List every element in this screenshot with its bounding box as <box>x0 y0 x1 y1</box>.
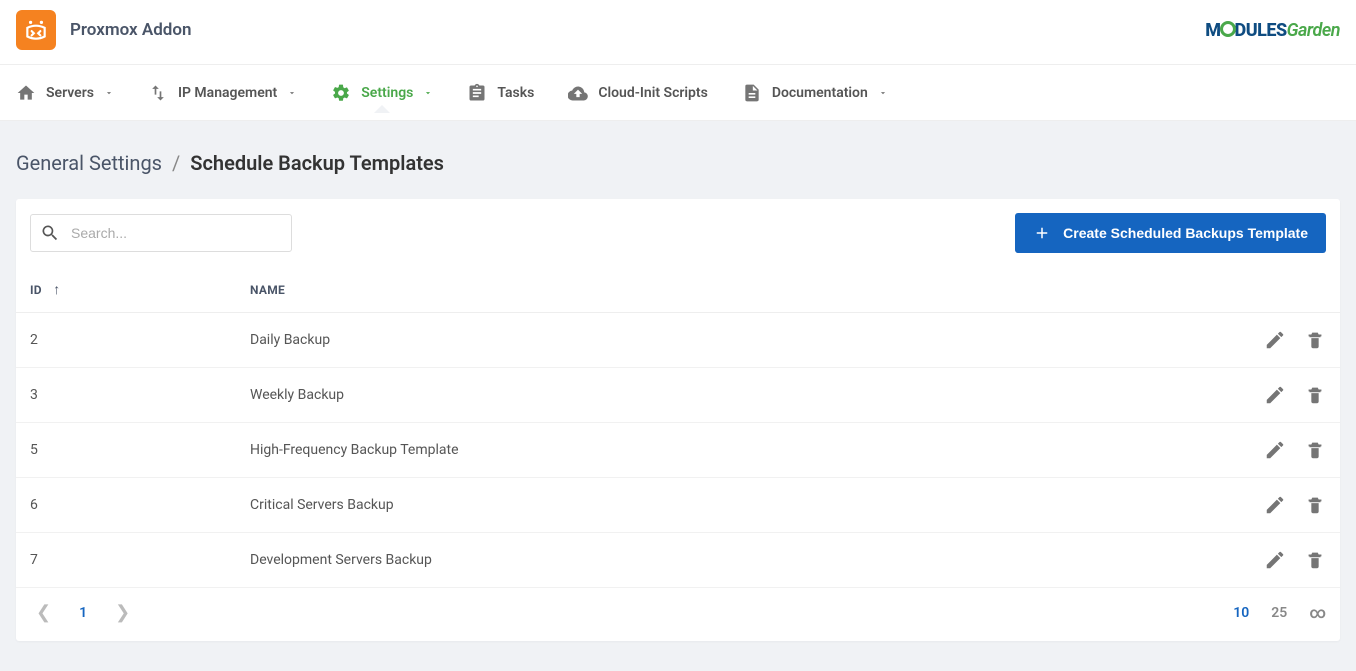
gear-icon <box>331 83 351 103</box>
col-name[interactable]: NAME <box>236 267 994 313</box>
chevron-down-icon <box>287 88 297 98</box>
nav-documentation[interactable]: Documentation <box>742 83 888 103</box>
col-id[interactable]: ID ↑ <box>16 267 236 313</box>
page-size-selector: 10 25 ∞ <box>1233 603 1326 622</box>
brand-left: Proxmox Addon <box>16 10 191 50</box>
edit-icon[interactable] <box>1264 494 1286 516</box>
page-size-option[interactable]: 10 <box>1233 605 1249 621</box>
search-wrapper <box>30 214 292 252</box>
cell-name: High-Frequency Backup Template <box>236 423 994 478</box>
panel-toolbar: Create Scheduled Backups Template <box>16 199 1340 267</box>
delete-icon[interactable] <box>1304 384 1326 406</box>
table-row: 3Weekly Backup <box>16 368 1340 423</box>
main-nav: Servers IP Management Settings Tasks Clo… <box>0 65 1356 121</box>
delete-icon[interactable] <box>1304 494 1326 516</box>
delete-icon[interactable] <box>1304 439 1326 461</box>
cell-id: 3 <box>16 368 236 423</box>
sort-asc-icon: ↑ <box>53 282 60 298</box>
nav-settings[interactable]: Settings <box>331 83 433 103</box>
cell-actions <box>994 313 1340 368</box>
delete-icon[interactable] <box>1304 329 1326 351</box>
chevron-down-icon <box>104 88 114 98</box>
breadcrumb-separator: / <box>172 151 180 175</box>
cell-id: 5 <box>16 423 236 478</box>
breadcrumb: General Settings / Schedule Backup Templ… <box>16 151 1340 175</box>
plus-icon <box>1033 224 1051 242</box>
edit-icon[interactable] <box>1264 384 1286 406</box>
edit-icon[interactable] <box>1264 439 1286 461</box>
cell-actions <box>994 423 1340 478</box>
panel-footer: ❮ 1 ❯ 10 25 ∞ <box>16 588 1340 641</box>
nav-label: Servers <box>46 85 94 101</box>
nav-tasks[interactable]: Tasks <box>467 83 534 103</box>
breadcrumb-current: Schedule Backup Templates <box>190 151 444 175</box>
nav-label: IP Management <box>178 85 277 101</box>
table-row: 7Development Servers Backup <box>16 533 1340 588</box>
nav-label: Documentation <box>772 85 868 101</box>
breadcrumb-parent[interactable]: General Settings <box>16 151 162 175</box>
col-actions <box>994 267 1340 313</box>
table-row: 5High-Frequency Backup Template <box>16 423 1340 478</box>
nav-label: Cloud-Init Scripts <box>598 85 708 101</box>
next-page-button[interactable]: ❯ <box>109 598 136 627</box>
cell-name: Critical Servers Backup <box>236 478 994 533</box>
create-template-button[interactable]: Create Scheduled Backups Template <box>1015 213 1326 253</box>
app-title: Proxmox Addon <box>70 20 191 40</box>
nav-ip-management[interactable]: IP Management <box>148 83 297 103</box>
cell-id: 7 <box>16 533 236 588</box>
swap-vertical-icon <box>148 83 168 103</box>
table-row: 6Critical Servers Backup <box>16 478 1340 533</box>
nav-servers[interactable]: Servers <box>16 83 114 103</box>
logo-o-icon <box>1220 21 1236 37</box>
cell-actions <box>994 533 1340 588</box>
cloud-upload-icon <box>568 83 588 103</box>
chevron-down-icon <box>878 88 888 98</box>
create-button-label: Create Scheduled Backups Template <box>1063 225 1308 241</box>
search-icon <box>40 223 60 243</box>
cell-actions <box>994 368 1340 423</box>
top-bar: Proxmox Addon MDULESGarden <box>0 0 1356 65</box>
content-area: General Settings / Schedule Backup Templ… <box>0 121 1356 671</box>
main-panel: Create Scheduled Backups Template ID ↑ N… <box>16 199 1340 641</box>
edit-icon[interactable] <box>1264 549 1286 571</box>
clipboard-icon <box>467 83 487 103</box>
edit-icon[interactable] <box>1264 329 1286 351</box>
modulesgarden-logo: MDULESGarden <box>1205 20 1340 41</box>
cell-actions <box>994 478 1340 533</box>
cell-name: Weekly Backup <box>236 368 994 423</box>
page-size-option[interactable]: ∞ <box>1309 603 1326 622</box>
search-input[interactable] <box>30 214 292 252</box>
templates-table: ID ↑ NAME 2Daily Backup3Weekly Backup5Hi… <box>16 267 1340 588</box>
app-logo-icon <box>16 10 56 50</box>
home-icon <box>16 83 36 103</box>
chevron-down-icon <box>423 88 433 98</box>
cell-name: Development Servers Backup <box>236 533 994 588</box>
delete-icon[interactable] <box>1304 549 1326 571</box>
nav-label: Tasks <box>497 85 534 101</box>
page-size-option[interactable]: 25 <box>1271 605 1287 621</box>
pager: ❮ 1 ❯ <box>30 598 136 627</box>
nav-label: Settings <box>361 85 413 101</box>
current-page[interactable]: 1 <box>79 605 87 621</box>
document-icon <box>742 83 762 103</box>
cell-id: 6 <box>16 478 236 533</box>
table-row: 2Daily Backup <box>16 313 1340 368</box>
nav-cloud-init[interactable]: Cloud-Init Scripts <box>568 83 708 103</box>
prev-page-button[interactable]: ❮ <box>30 598 57 627</box>
cell-id: 2 <box>16 313 236 368</box>
cell-name: Daily Backup <box>236 313 994 368</box>
